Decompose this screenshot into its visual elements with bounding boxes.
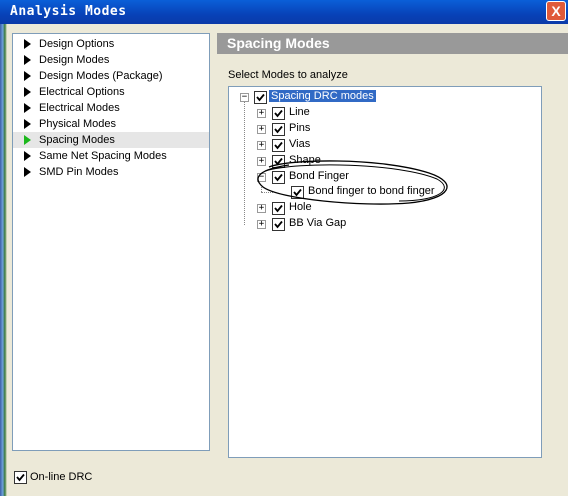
nav-item-label: Physical Modes	[39, 118, 117, 130]
nav-item-design-options[interactable]: Design Options	[13, 36, 209, 52]
nav-item-same-net-spacing-modes[interactable]: Same Net Spacing Modes	[13, 148, 209, 164]
window-title: Analysis Modes	[10, 4, 127, 19]
nav-item-electrical-options[interactable]: Electrical Options	[13, 84, 209, 100]
nav-item-label: SMD Pin Modes	[39, 166, 119, 178]
nav-item-design-modes[interactable]: Design Modes	[13, 52, 209, 68]
panel-title: Spacing Modes	[227, 35, 330, 51]
nav-item-label: Design Modes (Package)	[39, 70, 163, 82]
spacing-modes-tree: − Spacing DRC modes + Line + Pins + Vias…	[228, 86, 542, 458]
nav-item-label: Design Options	[39, 38, 115, 50]
nav-item-label: Spacing Modes	[39, 134, 115, 146]
arrow-icon	[24, 119, 31, 129]
arrow-icon	[24, 87, 31, 97]
mode-category-list: Design Options Design Modes Design Modes…	[12, 33, 210, 451]
nav-item-label: Electrical Options	[39, 86, 125, 98]
nav-item-label: Design Modes	[39, 54, 110, 66]
arrow-icon	[24, 151, 31, 161]
nav-item-spacing-modes[interactable]: Spacing Modes	[13, 132, 209, 148]
panel-header: Spacing Modes	[217, 33, 568, 54]
arrow-icon	[24, 55, 31, 65]
nav-item-smd-pin-modes[interactable]: SMD Pin Modes	[13, 164, 209, 180]
nav-item-physical-modes[interactable]: Physical Modes	[13, 116, 209, 132]
online-drc-checkbox[interactable]	[14, 471, 27, 484]
arrow-icon	[24, 103, 31, 113]
arrow-icon	[24, 71, 31, 81]
panel-subtitle: Select Modes to analyze	[228, 69, 348, 81]
close-button[interactable]: X	[546, 1, 566, 21]
online-drc-label[interactable]: On-line DRC	[30, 471, 92, 483]
nav-item-electrical-modes[interactable]: Electrical Modes	[13, 100, 209, 116]
nav-item-design-modes-package[interactable]: Design Modes (Package)	[13, 68, 209, 84]
arrow-icon	[24, 167, 31, 177]
annotation-ellipse	[257, 160, 448, 205]
title-bar: Analysis Modes X	[0, 0, 568, 24]
active-arrow-icon	[24, 135, 31, 145]
nav-item-label: Same Net Spacing Modes	[39, 150, 167, 162]
arrow-icon	[24, 39, 31, 49]
background-strip	[0, 24, 7, 496]
nav-item-label: Electrical Modes	[39, 102, 120, 114]
